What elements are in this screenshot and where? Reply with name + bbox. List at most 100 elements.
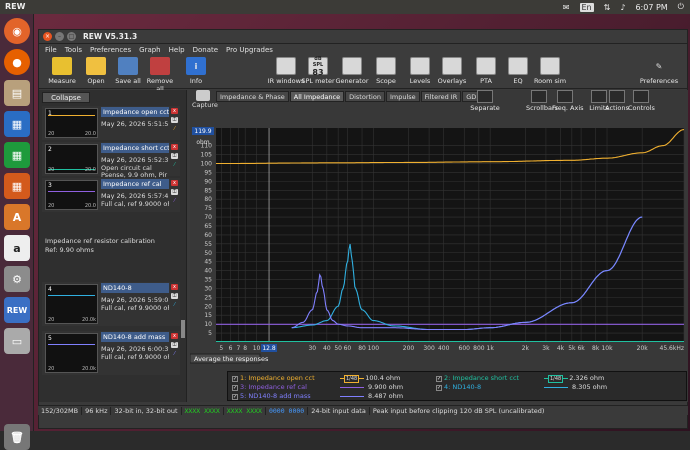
impedance-chart[interactable]: 5101520253035404550556065707580859095100…	[189, 126, 688, 402]
firefox-icon[interactable]: ●	[4, 49, 30, 75]
trace-style-icon[interactable]: ⁄	[171, 198, 178, 204]
measurement-name[interactable]: ND140-8 add mass	[101, 332, 169, 342]
collapse-button[interactable]: Collapse	[42, 92, 90, 103]
keyboard-lang[interactable]: En	[579, 2, 594, 12]
measurement-item[interactable]: 3 20 20.0 Impedance ref cal May 26, 2026 5:5…	[42, 178, 180, 212]
menu-file[interactable]: File	[45, 46, 57, 54]
scope-button[interactable]: Scope	[369, 57, 403, 85]
measurement-thumbnail[interactable]: 2 20 20.0	[45, 144, 98, 174]
tab-impulse[interactable]: Impulse	[385, 91, 420, 102]
volume-icon[interactable]: ♪	[620, 3, 625, 12]
legend-item[interactable]: ✓ 1: Impedance open cct 1/48 100.4 ohm	[232, 374, 432, 383]
info-button[interactable]: i Info	[179, 57, 213, 85]
menu-help[interactable]: Help	[169, 46, 185, 54]
menu-tools[interactable]: Tools	[65, 46, 82, 54]
separate-button[interactable]: Separate	[470, 90, 500, 112]
writer-icon[interactable]: ▦	[4, 111, 30, 137]
measurement-name[interactable]: Impedance short cct	[101, 143, 169, 153]
remove-all-button[interactable]: Remove all	[143, 57, 177, 93]
settings-icon[interactable]: ⚙	[4, 266, 30, 292]
delete-measurement-icon[interactable]: x	[171, 180, 178, 186]
measurement-item[interactable]: 5 20 20.0k ND140-8 add mass May 26, 2026 6:0…	[42, 331, 180, 375]
legend-item[interactable]: ✓ 2: Impedance short cct 1/48 2.326 ohm	[436, 374, 636, 383]
tab-filtered-ir[interactable]: Filtered IR	[420, 91, 462, 102]
thumbnail-trace	[48, 115, 95, 116]
plot[interactable]: 5 10 15 20 25 30 35 40 45 50 55 60 65 70 75 80 85 90 95 100…	[189, 126, 688, 402]
impress-icon[interactable]: ▦	[4, 173, 30, 199]
minimize-window-button[interactable]: –	[55, 32, 64, 41]
measurement-item[interactable]: 2 20 20.0 Impedance short cct May 26, 2026 5…	[42, 142, 180, 179]
actions-button[interactable]: Actions	[604, 90, 630, 112]
measurement-name[interactable]: Impedance open cct	[101, 107, 169, 117]
delete-measurement-icon[interactable]: x	[171, 108, 178, 114]
smoothing-badge[interactable]: 1/48	[344, 375, 360, 383]
smoothing-badge[interactable]: 1/48	[548, 375, 564, 383]
legend-item[interactable]: ✓ 3: Impedance ref cal 9.900 ohm	[232, 383, 432, 391]
close-window-button[interactable]: ×	[43, 32, 52, 41]
amazon-icon[interactable]: a	[4, 235, 30, 261]
legend-item[interactable]: ✓ 5: ND140-8 add mass 8.487 ohm	[232, 392, 432, 400]
menu-graph[interactable]: Graph	[139, 46, 160, 54]
trace-style-icon[interactable]: ⁄	[171, 302, 178, 308]
calc-icon[interactable]: ▦	[4, 142, 30, 168]
trace-style-icon[interactable]: ⁄	[171, 126, 178, 132]
software-center-icon[interactable]: A	[4, 204, 30, 230]
trash-icon[interactable]: 🗑	[4, 424, 30, 450]
legend-checkbox[interactable]: ✓	[232, 394, 238, 400]
room-sim-button[interactable]: Room sim	[533, 57, 567, 85]
measurement-thumbnail[interactable]: 4 20 20.0k	[45, 284, 98, 324]
legend-checkbox[interactable]: ✓	[436, 376, 442, 382]
legend-checkbox[interactable]: ✓	[436, 385, 442, 391]
panel-scrollbar[interactable]	[181, 320, 185, 338]
lock-icon[interactable]: ⚿	[171, 293, 178, 299]
measure-icon	[52, 57, 72, 75]
ubuntu-icon[interactable]: ◉	[4, 18, 30, 44]
save-all-button[interactable]: Save all	[111, 57, 145, 85]
tab-impedance-phase[interactable]: Impedance & Phase	[216, 91, 289, 102]
preferences-button[interactable]: ✎ Preferences	[639, 57, 679, 86]
measurement-name[interactable]: ND140-8	[101, 283, 169, 293]
legend-item[interactable]: ✓ 4: ND140-8 8.305 ohm	[436, 383, 636, 391]
legend-checkbox[interactable]: ✓	[232, 376, 238, 382]
lock-icon[interactable]: ⚿	[171, 342, 178, 348]
memory-usage[interactable]: 152/302MB	[38, 406, 83, 415]
freq-axis-button[interactable]: Freq. Axis	[552, 90, 584, 112]
generator-button[interactable]: Generator	[335, 57, 369, 85]
scrollbars-button[interactable]: Scrollbars	[526, 90, 558, 112]
delete-measurement-icon[interactable]: x	[171, 333, 178, 339]
rew-launcher-icon[interactable]: REW	[4, 297, 30, 323]
network-icon[interactable]: ⇅	[604, 3, 611, 12]
control-label: Scrollbars	[526, 104, 558, 112]
legend-checkbox[interactable]: ✓	[232, 385, 238, 391]
measurement-item[interactable]: 4 20 20.0k ND140-8 May 26, 2026 5:59:01 Full …	[42, 282, 180, 326]
open-button[interactable]: Open	[79, 57, 113, 85]
lock-icon[interactable]: ⚿	[171, 117, 178, 123]
trace-style-icon[interactable]: ⁄	[171, 162, 178, 168]
menu-preferences[interactable]: Preferences	[90, 46, 131, 54]
tab-all-impedance[interactable]: All Impedance	[289, 91, 345, 102]
files-icon[interactable]: ▤	[4, 80, 30, 106]
measurement-thumbnail[interactable]: 5 20 20.0k	[45, 333, 98, 373]
delete-measurement-icon[interactable]: x	[171, 144, 178, 150]
trace-style-icon[interactable]: ⁄	[171, 351, 178, 357]
spl-meter-button[interactable]: dB SPL 83 SPL meter	[301, 56, 335, 86]
measurement-name[interactable]: Impedance ref cal	[101, 179, 169, 189]
lock-icon[interactable]: ⚿	[171, 189, 178, 195]
measurement-item[interactable]: 1 20 20.0 Impedance open cct May 26, 2026 5:…	[42, 106, 180, 140]
measurement-thumbnail[interactable]: 3 20 20.0	[45, 180, 98, 210]
capture-button[interactable]: Capture	[192, 90, 218, 109]
controls-button[interactable]: Controls	[628, 90, 655, 112]
measurement-thumbnail[interactable]: 1 20 20.0	[45, 108, 98, 138]
clock[interactable]: 6:07 PM	[635, 3, 667, 12]
menu-donate[interactable]: Donate	[193, 46, 218, 54]
lock-icon[interactable]: ⚿	[171, 153, 178, 159]
tab-distortion[interactable]: Distortion	[345, 91, 385, 102]
mail-icon[interactable]: ✉	[563, 3, 570, 12]
maximize-window-button[interactable]: □	[67, 32, 76, 41]
power-icon[interactable]: ⏻	[678, 2, 684, 12]
overlays-button[interactable]: Overlays	[435, 57, 469, 85]
menu-pro-upgrades[interactable]: Pro Upgrades	[226, 46, 273, 54]
measure-button[interactable]: Measure	[45, 57, 79, 85]
drive-icon[interactable]: ▭	[4, 328, 30, 354]
delete-measurement-icon[interactable]: x	[171, 284, 178, 290]
